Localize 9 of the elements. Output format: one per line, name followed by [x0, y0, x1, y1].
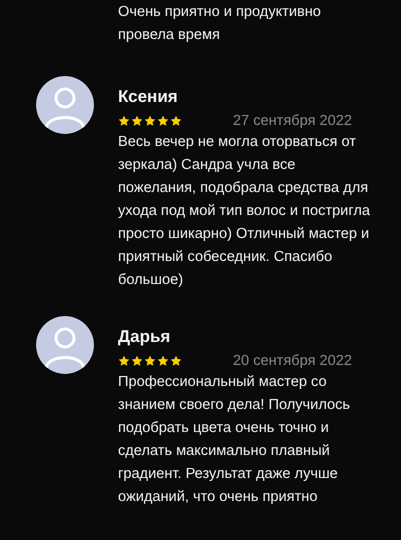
review-text: Очень приятно и продуктивно провела время [118, 3, 322, 45]
reviewer-name: Дарья [118, 327, 172, 347]
review-date: 20 сентября 2022 [232, 353, 352, 369]
avatar-icon [36, 76, 94, 134]
avatar-icon [36, 316, 94, 374]
review-date: 27 сентября 2022 [232, 113, 352, 129]
review-text: Профессиональный мастер со знанием своего дела! Получилось подобрать цвета очень точно и сделать максимально плавный градиент. Результат даже лучше ожиданий, что очень приятно [118, 373, 352, 507]
review-text: Весь вечер не могла оторваться от зеркала) Сандра учла все пожелания, подобрала средства для ухода под мой тип волос и постригла просто шикарно) Отличный мастер и приятный собеседник. Спасибо большое) [118, 133, 371, 290]
reviewer-name: Ксения [118, 87, 179, 107]
